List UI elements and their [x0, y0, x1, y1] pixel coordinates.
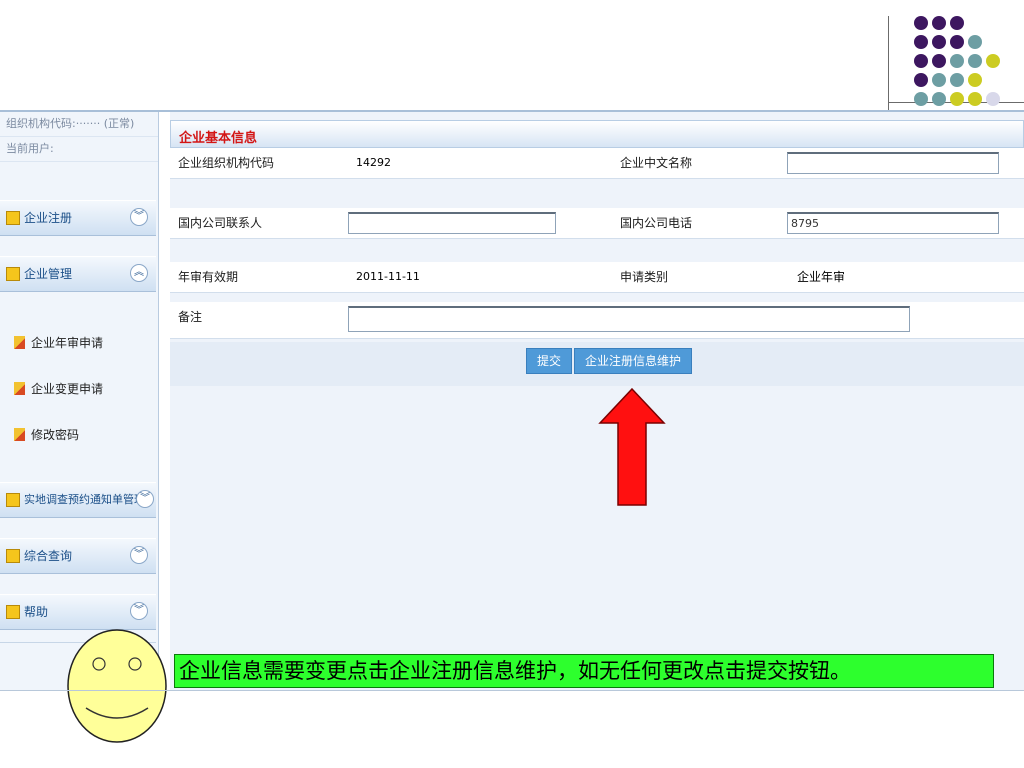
form-title-bar: 企业基本信息 [170, 120, 1024, 148]
dot [986, 92, 1000, 106]
folder-icon [6, 493, 20, 507]
current-user-label: 当前用户: [6, 142, 54, 155]
smiley-icon [67, 629, 167, 743]
folder-icon [6, 267, 20, 281]
org-code-label: 组织机构代码: [6, 117, 76, 130]
dot [950, 54, 964, 68]
dot [914, 73, 928, 87]
org-status: (正常) [103, 117, 135, 130]
chevron-down-icon[interactable]: ︾ [136, 490, 154, 508]
sidebar-group-help[interactable]: 帮助 ︾ [0, 594, 156, 630]
sidebar-item-annual-review[interactable]: 企业年审申请 [14, 334, 103, 351]
sidebar-item-change-request[interactable]: 企业变更申请 [14, 380, 103, 397]
sidebar-group-management[interactable]: 企业管理 ︽ [0, 256, 156, 292]
dot [914, 16, 928, 30]
folder-icon [6, 605, 20, 619]
valid-field-value: 2011-11-11 [356, 270, 420, 283]
org-code-value: ······· [75, 117, 101, 130]
chevron-up-icon[interactable]: ︽ [130, 264, 148, 282]
form-row: 年审有效期 2011-11-11 申请类别 企业年审 [170, 262, 1024, 293]
dot [914, 92, 928, 106]
contact-field-label: 国内公司联系人 [178, 216, 263, 230]
sidebar-group-label: 实地调查预约通知单管理 [24, 493, 145, 506]
bottom-divider [0, 690, 1024, 691]
dot [950, 16, 964, 30]
submit-button[interactable]: 提交 [526, 348, 573, 374]
maintain-registration-button[interactable]: 企业注册信息维护 [574, 348, 693, 374]
dot [968, 54, 982, 68]
valid-field-label: 年审有效期 [178, 270, 239, 284]
sidebar-item-label: 企业年审申请 [31, 336, 104, 350]
folder-icon [6, 549, 20, 563]
cn-name-input[interactable] [787, 152, 999, 174]
sidebar-group-label: 帮助 [24, 605, 49, 619]
dot [932, 35, 946, 49]
sidebar-item-label: 企业变更申请 [31, 382, 104, 396]
phone-input[interactable]: 8795 [787, 212, 999, 234]
dot [950, 92, 964, 106]
dot [932, 54, 946, 68]
cn-name-field-label: 企业中文名称 [620, 156, 693, 170]
sidebar-item-label: 修改密码 [31, 428, 80, 442]
dot [968, 35, 982, 49]
org-code-field-label: 企业组织机构代码 [178, 156, 275, 170]
chevron-down-icon[interactable]: ︾ [130, 602, 148, 620]
contact-input[interactable] [348, 212, 556, 234]
form-row: 国内公司联系人 国内公司电话 8795 [170, 208, 1024, 239]
edit-icon [14, 428, 25, 441]
org-code-field-value: 14292 [356, 156, 391, 169]
phone-field-label: 国内公司电话 [620, 216, 693, 230]
org-code-info: 组织机构代码:······· (正常) [0, 112, 158, 137]
sidebar-group-query[interactable]: 综合查询 ︾ [0, 538, 156, 574]
form-row: 备注 [170, 302, 1024, 339]
edit-icon [14, 336, 25, 349]
dot [932, 16, 946, 30]
dot [950, 35, 964, 49]
chevron-down-icon[interactable]: ︾ [130, 546, 148, 564]
sidebar-group-register[interactable]: 企业注册 ︾ [0, 200, 156, 236]
decorative-dot-grid [0, 0, 1024, 120]
sidebar-group-label: 企业管理 [24, 267, 73, 281]
dot [932, 73, 946, 87]
red-arrow-icon [598, 387, 666, 506]
dot [950, 73, 964, 87]
apply-type-field-value: 企业年审 [797, 270, 846, 284]
dot [986, 54, 1000, 68]
sidebar: 组织机构代码:······· (正常) 当前用户: 企业注册 ︾ 企业管理 ︽ … [0, 112, 159, 690]
instruction-callout: 企业信息需要变更点击企业注册信息维护，如无任何更改点击提交按钮。 [174, 654, 994, 688]
folder-icon [6, 211, 20, 225]
dot [968, 73, 982, 87]
edit-icon [14, 382, 25, 395]
apply-type-field-label: 申请类别 [620, 270, 669, 284]
dot [932, 92, 946, 106]
sidebar-group-label: 企业注册 [24, 211, 73, 225]
form-title: 企业基本信息 [179, 131, 258, 146]
remark-field-label: 备注 [178, 310, 203, 324]
dot [914, 54, 928, 68]
dot [968, 92, 982, 106]
remark-input[interactable] [348, 306, 910, 332]
current-user-info: 当前用户: [0, 137, 158, 162]
app-screenshot: 组织机构代码:······· (正常) 当前用户: 企业注册 ︾ 企业管理 ︽ … [0, 110, 1024, 692]
form-row: 企业组织机构代码 14292 企业中文名称 [170, 148, 1024, 179]
dot [914, 35, 928, 49]
sidebar-item-change-password[interactable]: 修改密码 [14, 426, 79, 443]
main-panel: 企业基本信息 企业组织机构代码 14292 企业中文名称 国内公司联系人 国内公… [170, 112, 1024, 690]
sidebar-group-inspection[interactable]: 实地调查预约通知单管理 ︾ [0, 482, 156, 518]
chevron-down-icon[interactable]: ︾ [130, 208, 148, 226]
sidebar-group-label: 综合查询 [24, 549, 73, 563]
button-bar: 提交 企业注册信息维护 [170, 342, 1024, 386]
